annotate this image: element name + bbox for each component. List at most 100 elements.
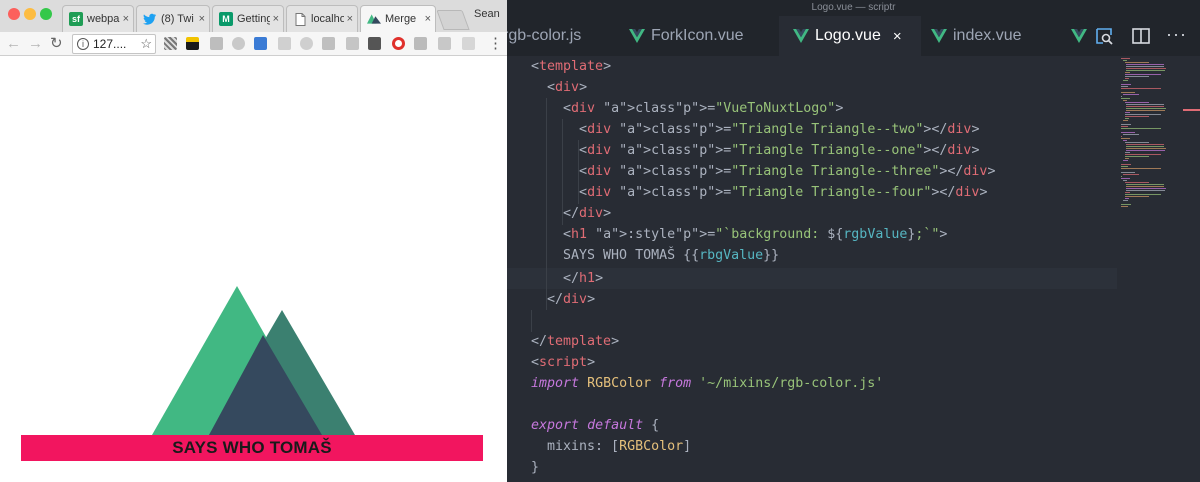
browser-toolbar: ← → ↻ i 127.... ☆ ⋮	[0, 32, 507, 56]
address-bar[interactable]: i 127.... ☆	[72, 34, 156, 54]
code-line-2: <div>	[547, 80, 588, 95]
code-line-18: export default {	[531, 418, 660, 433]
minimap-line	[1126, 150, 1166, 151]
tab-close-icon[interactable]: ×	[425, 13, 431, 25]
editor-tab-bar: rgb-color.js ForkIcon.vue Logo.vue × ind…	[507, 16, 1200, 56]
close-window-button[interactable]	[8, 8, 20, 20]
minimap-line	[1121, 86, 1129, 87]
extension-dark-icon[interactable]	[368, 37, 381, 50]
editor-tab-rgb-color[interactable]: rgb-color.js	[507, 16, 589, 56]
editor-tab-label: rgb-color.js	[507, 27, 582, 44]
minimap-line	[1124, 198, 1130, 199]
extension-blue-icon[interactable]	[254, 37, 267, 50]
minimap-line	[1126, 70, 1166, 71]
extension-f-icon[interactable]	[414, 37, 427, 50]
back-arrow-icon[interactable]: ←	[6, 35, 21, 53]
minimap-line	[1121, 206, 1129, 207]
opera-extension-icon[interactable]	[392, 37, 405, 50]
minimap-line	[1124, 62, 1149, 63]
editor-title-bar: Logo.vue — scriptr	[507, 0, 1200, 16]
tab-close-icon[interactable]: ×	[893, 28, 902, 45]
browser-tab-localhost[interactable]: localho ×	[286, 5, 358, 32]
vue-file-icon	[793, 29, 809, 43]
extension-circle-icon[interactable]	[300, 37, 313, 50]
split-editor-icon[interactable]	[1131, 26, 1151, 46]
minimap-line	[1122, 160, 1129, 161]
browser-menu-icon[interactable]: ⋮	[488, 35, 503, 53]
minimap-line	[1121, 84, 1131, 85]
document-icon	[293, 12, 307, 26]
qr-extension-icon[interactable]	[164, 37, 177, 50]
minimap-line	[1124, 154, 1161, 155]
minimap-line	[1121, 164, 1131, 165]
vue-file-icon	[629, 29, 645, 43]
minimap-line	[1126, 144, 1165, 145]
minimap-line	[1124, 182, 1149, 183]
extension-window-icon[interactable]	[438, 37, 451, 50]
minimap-line	[1124, 114, 1161, 115]
code-line-5: <div "a">class"p">="Triangle Triangle--o…	[579, 143, 980, 158]
page-viewport: SAYS WHO TOMAŠ	[0, 57, 507, 482]
reload-icon[interactable]: ↻	[50, 35, 63, 53]
minimap-line	[1121, 168, 1161, 169]
minimap-line	[1126, 68, 1166, 69]
minimap-line	[1121, 136, 1122, 137]
code-area[interactable]: <template> <div> <div "a">class"p">="Vue…	[507, 56, 1117, 482]
code-line-9: <h1 "a">:style"p">="`background: ${rgbVa…	[563, 227, 948, 242]
more-actions-icon[interactable]: ···	[1166, 24, 1187, 45]
browser-tab-twitter[interactable]: (8) Twi ×	[136, 5, 210, 32]
browser-tab-webpack[interactable]: sf webpa ×	[62, 5, 134, 32]
forward-arrow-icon[interactable]: →	[28, 35, 43, 53]
zoom-window-button[interactable]	[40, 8, 52, 20]
editor-tab-forkicon[interactable]: ForkIcon.vue	[619, 16, 779, 56]
minimap-line	[1126, 188, 1166, 189]
minimap-line	[1124, 192, 1130, 193]
tab-close-icon[interactable]: ×	[273, 13, 279, 25]
editor-tab-logo[interactable]: Logo.vue ×	[779, 16, 921, 56]
skype-extension-icon[interactable]	[232, 37, 245, 50]
tab-close-icon[interactable]: ×	[123, 13, 129, 25]
browser-tab-merge[interactable]: Merge ×	[360, 5, 436, 32]
code-editor-window: Logo.vue — scriptr rgb-color.js ForkIcon…	[507, 0, 1200, 482]
tab-label: localho	[311, 13, 344, 25]
vue-file-icon	[1071, 29, 1087, 43]
m-favicon-icon: M	[219, 12, 233, 26]
profile-name[interactable]: Sean	[474, 8, 500, 20]
open-preview-icon[interactable]	[1094, 26, 1114, 46]
minimap-line	[1126, 106, 1165, 107]
minimap-line	[1124, 72, 1130, 73]
minimap-line	[1124, 102, 1149, 103]
minimap[interactable]	[1117, 56, 1200, 482]
editor-tab-overflow[interactable]	[1063, 16, 1093, 56]
tab-close-icon[interactable]: ×	[347, 13, 353, 25]
tab-label: Merge	[385, 13, 417, 25]
minimap-line	[1124, 76, 1149, 77]
minimap-line	[1124, 74, 1161, 75]
tab-close-icon[interactable]: ×	[199, 13, 205, 25]
minimap-line	[1124, 196, 1149, 197]
minimap-line	[1122, 94, 1139, 95]
minimap-line	[1124, 158, 1130, 159]
editor-tab-index[interactable]: index.vue	[921, 16, 1051, 56]
minimap-line	[1126, 104, 1165, 105]
extension-b-icon[interactable]	[210, 37, 223, 50]
vue-devtools-extension-icon[interactable]	[322, 37, 335, 50]
new-tab-button[interactable]	[436, 10, 470, 30]
tab-label: webpa	[87, 13, 120, 25]
code-line-10: SAYS WHO TOMAŠ {{rbgValue}}	[531, 248, 780, 263]
minimap-line	[1122, 140, 1128, 141]
tampermonkey-extension-icon[interactable]	[186, 37, 199, 50]
minimap-line	[1126, 184, 1165, 185]
browser-window: sf webpa × (8) Twi × M Getting × localho…	[0, 0, 507, 482]
extension-check-icon[interactable]	[346, 37, 359, 50]
code-line-15: <script>	[531, 355, 596, 370]
extension-light-icon[interactable]	[462, 37, 475, 50]
minimize-window-button[interactable]	[24, 8, 36, 20]
site-info-icon[interactable]: i	[77, 38, 89, 50]
extension-gray-icon[interactable]	[278, 37, 291, 50]
minimap-line	[1121, 132, 1136, 133]
bookmark-star-icon[interactable]: ☆	[140, 36, 152, 52]
browser-tab-getting-started[interactable]: M Getting ×	[212, 5, 284, 32]
minimap-line	[1121, 178, 1130, 179]
code-line-3: <div "a">class"p">="VueToNuxtLogo">	[563, 101, 844, 116]
